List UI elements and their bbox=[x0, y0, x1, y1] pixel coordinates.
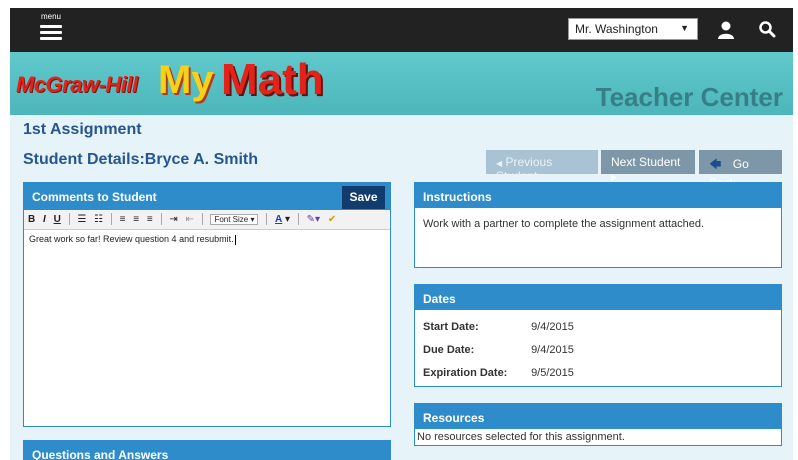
comments-editor[interactable]: Great work so far! Review question 4 and… bbox=[24, 230, 390, 426]
spellcheck-icon[interactable]: ✎▾ bbox=[307, 214, 320, 225]
teacher-select-value: Mr. Washington bbox=[575, 22, 658, 36]
instructions-text: Work with a partner to complete the assi… bbox=[423, 218, 705, 230]
due-date-row: Due Date: 9/4/2015 bbox=[423, 344, 574, 356]
questions-panel-header: Questions and Answers bbox=[24, 441, 390, 460]
teacher-select[interactable]: Mr. Washington ▼ bbox=[568, 18, 698, 40]
menu-label: menu bbox=[40, 12, 61, 21]
numbered-list-icon[interactable]: ☷ bbox=[94, 214, 103, 225]
text-color-icon[interactable]: A ▾ bbox=[275, 214, 290, 225]
chevron-left-icon: ◀ bbox=[496, 159, 503, 168]
instructions-panel: Instructions Work with a partner to comp… bbox=[414, 182, 782, 268]
due-date-label: Due Date: bbox=[423, 344, 475, 356]
font-size-select[interactable]: Font Size ▾ bbox=[210, 213, 259, 225]
font-size-label: Font Size bbox=[214, 214, 249, 224]
resources-panel: Resources No resources selected for this… bbox=[414, 403, 782, 446]
start-date-row: Start Date: 9/4/2015 bbox=[423, 321, 574, 333]
editor-toolbar: B I U ☰ ☷ ≡ ≡ ≡ ⇥ ⇤ Font Size ▾ A ▾ ✎▾ ✔ bbox=[24, 210, 390, 230]
student-details-heading: Student Details:Bryce A. Smith bbox=[23, 151, 259, 168]
previous-student-label: Previous Student bbox=[496, 155, 553, 183]
section-title: Teacher Center bbox=[595, 82, 783, 112]
toolbar-divider bbox=[160, 213, 162, 225]
questions-panel: Questions and Answers bbox=[23, 440, 391, 460]
next-student-button[interactable]: Next Student ▶ bbox=[601, 150, 695, 182]
hamburger-icon-bar-2 bbox=[40, 31, 62, 34]
toolbar-divider bbox=[266, 213, 268, 225]
main-content: 1st Assignment Student Details:Bryce A. … bbox=[10, 115, 793, 460]
toolbar-divider bbox=[201, 213, 203, 225]
hamburger-icon-bar-3 bbox=[40, 37, 62, 40]
top-bar: menu Mr. Washington ▼ bbox=[10, 8, 793, 52]
resources-panel-header: Resources bbox=[415, 404, 781, 429]
align-left-icon[interactable]: ≡ bbox=[120, 214, 126, 225]
comments-panel: Comments to Student Save B I U ☰ ☷ ≡ ≡ ≡… bbox=[23, 182, 391, 427]
underline-button[interactable]: U bbox=[54, 214, 61, 225]
logo-math: Math bbox=[221, 55, 324, 104]
header-banner: McGraw-Hill My Math Teacher Center bbox=[10, 52, 793, 115]
align-right-icon[interactable]: ≡ bbox=[147, 214, 153, 225]
text-cursor bbox=[234, 234, 236, 245]
chevron-right-icon: ▶ bbox=[611, 173, 618, 182]
toolbar-divider bbox=[297, 213, 299, 225]
previous-student-button[interactable]: ◀ Previous Student bbox=[486, 150, 598, 183]
due-date-value: 9/4/2015 bbox=[531, 344, 574, 356]
logo-mcgraw-hill: McGraw-Hill bbox=[16, 72, 138, 97]
dates-panel-header: Dates bbox=[415, 285, 781, 310]
expiration-date-row: Expiration Date: 9/5/2015 bbox=[423, 367, 574, 379]
toolbar-divider bbox=[110, 213, 112, 225]
resources-text: No resources selected for this assignmen… bbox=[417, 431, 625, 443]
save-button[interactable]: Save bbox=[342, 186, 385, 209]
assignment-title: 1st Assignment bbox=[23, 121, 142, 138]
arrow-left-icon: 🡄 bbox=[709, 157, 722, 171]
user-icon[interactable] bbox=[716, 20, 736, 40]
dates-panel: Dates Start Date: 9/4/2015 Due Date: 9/4… bbox=[414, 284, 782, 387]
comment-text: Great work so far! Review question 4 and… bbox=[29, 234, 234, 244]
outdent-icon[interactable]: ⇤ bbox=[185, 214, 193, 225]
menu-button[interactable]: menu bbox=[38, 12, 64, 48]
comments-title: Comments to Student bbox=[32, 190, 157, 204]
comments-panel-header: Comments to Student Save bbox=[24, 183, 390, 210]
bullet-list-icon[interactable]: ☰ bbox=[77, 214, 86, 225]
start-date-label: Start Date: bbox=[423, 321, 479, 333]
indent-icon[interactable]: ⇥ bbox=[169, 214, 177, 225]
search-icon[interactable] bbox=[758, 20, 776, 38]
spellcheck-check-icon[interactable]: ✔ bbox=[328, 214, 336, 225]
italic-button[interactable]: I bbox=[43, 214, 46, 225]
expiration-date-value: 9/5/2015 bbox=[531, 367, 574, 379]
hamburger-icon bbox=[40, 25, 62, 28]
next-student-label: Next Student bbox=[611, 155, 681, 169]
chevron-down-icon: ▼ bbox=[680, 23, 689, 33]
expiration-date-label: Expiration Date: bbox=[423, 367, 508, 379]
toolbar-divider bbox=[68, 213, 70, 225]
align-center-icon[interactable]: ≡ bbox=[133, 214, 139, 225]
start-date-value: 9/4/2015 bbox=[531, 321, 574, 333]
logo-my: My bbox=[158, 58, 214, 102]
go-back-button[interactable]: 🡄 Go Back bbox=[699, 150, 782, 190]
instructions-panel-header: Instructions bbox=[415, 183, 781, 208]
bold-button[interactable]: B bbox=[28, 214, 35, 225]
